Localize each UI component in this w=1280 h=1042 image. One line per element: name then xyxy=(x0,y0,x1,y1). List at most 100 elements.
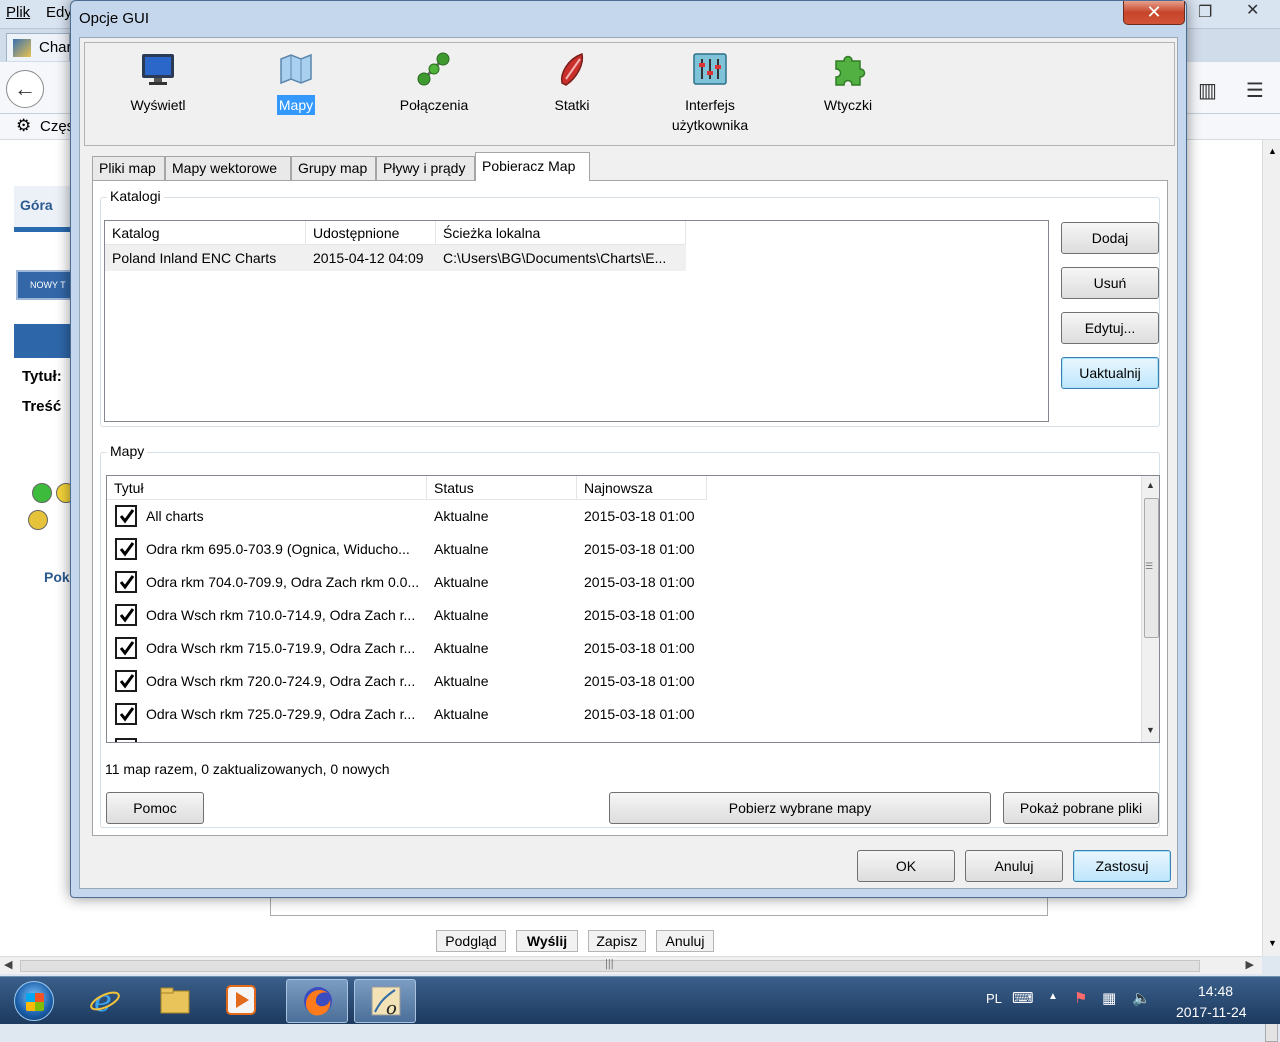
download-selected-button[interactable]: Pobierz wybrane mapy xyxy=(609,792,991,824)
page-horizontal-scrollbar[interactable]: ◀ ||| ▶ xyxy=(0,956,1262,974)
column-header-status[interactable]: Status xyxy=(427,476,577,500)
tab-chart-groups[interactable]: Grupy map xyxy=(291,156,376,181)
charts-list-scrollbar[interactable]: ▲ ☰ ▼ xyxy=(1141,476,1159,742)
taskbar-firefox[interactable] xyxy=(286,979,348,1023)
scroll-up-icon[interactable]: ▲ xyxy=(1268,146,1277,156)
scroll-down-icon[interactable]: ▼ xyxy=(1268,938,1277,948)
add-catalog-button[interactable]: Dodaj xyxy=(1061,222,1159,254)
message-textarea[interactable] xyxy=(270,896,1048,916)
new-topic-button[interactable]: NOWY T xyxy=(16,270,74,300)
tab-chart-downloader[interactable]: Pobieracz Map xyxy=(475,152,590,181)
smiley-icon[interactable] xyxy=(32,483,52,503)
smiley-icon[interactable] xyxy=(28,510,48,530)
media-player-icon xyxy=(226,985,256,1015)
cancel-button[interactable]: Anuluj xyxy=(965,850,1063,882)
row-checkbox[interactable] xyxy=(115,571,137,593)
ok-button[interactable]: OK xyxy=(857,850,955,882)
volume-icon[interactable]: 🔈 xyxy=(1132,989,1151,1007)
table-row[interactable]: Odra rkm 704.0-709.9, Odra Zach rkm 0.0.… xyxy=(107,566,707,599)
tab-vector-charts[interactable]: Mapy wektorowe xyxy=(165,156,291,181)
catalogs-list[interactable]: Katalog Udostępnione Ścieżka lokalna Pol… xyxy=(104,220,1049,422)
taskbar-opencpn[interactable]: o xyxy=(354,979,416,1023)
apply-button[interactable]: Zastosuj xyxy=(1073,850,1171,882)
category-maps[interactable]: Mapy xyxy=(241,51,351,141)
column-header-local-path[interactable]: Ścieżka lokalna xyxy=(436,221,686,245)
row-checkbox[interactable] xyxy=(115,604,137,626)
table-row[interactable]: Odra Wsch rkm 720.0-724.9, Odra Zach r..… xyxy=(107,665,707,698)
column-header-catalog[interactable]: Katalog xyxy=(105,221,306,245)
show-downloaded-button[interactable]: Pokaż pobrane pliki xyxy=(1003,792,1159,824)
browser-tab[interactable]: Char xyxy=(6,33,72,61)
network-icon[interactable]: ▦ xyxy=(1102,989,1116,1007)
reader-view-icon[interactable]: ▥ xyxy=(1198,78,1217,103)
tab-chart-files[interactable]: Pliki map xyxy=(92,156,165,181)
clock-time[interactable]: 14:48 xyxy=(1198,983,1233,999)
row-checkbox[interactable] xyxy=(115,538,137,560)
page-vertical-scrollbar[interactable]: ▲ ▼ xyxy=(1262,140,1280,1042)
cancel-post-button[interactable]: Anuluj xyxy=(656,930,714,952)
taskbar-explorer[interactable] xyxy=(144,979,206,1023)
forum-header-band xyxy=(14,324,74,358)
monitor-icon xyxy=(140,51,176,87)
table-row[interactable]: Odra rkm 695.0-703.9 (Ognica, Widucho...… xyxy=(107,533,707,566)
send-button[interactable]: Wyślij xyxy=(516,930,578,952)
table-row[interactable]: Odra Wsch rkm 715.0-719.9, Odra Zach r..… xyxy=(107,632,707,665)
back-icon[interactable]: ← xyxy=(6,70,44,108)
row-checkbox[interactable] xyxy=(115,703,137,725)
keyboard-icon[interactable]: ⌨ xyxy=(1012,989,1034,1007)
chart-title: Odra Wsch rkm 715.0-719.9, Odra Zach r..… xyxy=(146,640,416,656)
category-connections[interactable]: Połączenia xyxy=(379,51,489,141)
hamburger-menu-icon[interactable]: ☰ xyxy=(1246,78,1264,103)
table-cell-latest: 2015-03-18 01:00 xyxy=(584,640,695,656)
scroll-grip-icon: ||| xyxy=(605,958,614,970)
category-ships[interactable]: Statki xyxy=(517,51,627,141)
scroll-right-icon[interactable]: ▶ xyxy=(1246,958,1254,971)
scroll-left-icon[interactable]: ◀ xyxy=(4,958,12,971)
scroll-up-icon[interactable]: ▲ xyxy=(1146,480,1155,490)
action-center-icon[interactable]: ⚑ xyxy=(1074,989,1087,1007)
restore-icon[interactable]: ❐ xyxy=(1198,2,1212,22)
table-row[interactable]: All charts Aktualne 2015-03-18 01:00 xyxy=(107,500,707,533)
clock-date[interactable]: 2017-11-24 xyxy=(1176,1004,1247,1020)
charts-list[interactable]: Tytuł Status Najnowsza All charts Aktualn… xyxy=(106,475,1160,743)
forum-top-link[interactable]: Góra xyxy=(20,197,53,213)
dialog-close-button[interactable]: ✕ xyxy=(1123,1,1185,25)
category-display[interactable]: Wyświetl xyxy=(103,51,213,141)
remove-catalog-button[interactable]: Usuń xyxy=(1061,267,1159,299)
scroll-down-icon[interactable]: ▼ xyxy=(1146,725,1155,735)
row-checkbox[interactable] xyxy=(115,637,137,659)
column-header-latest[interactable]: Najnowsza xyxy=(577,476,707,500)
help-button[interactable]: Pomoc xyxy=(106,792,204,824)
table-cell-title: Odra rkm 704.0-709.9, Odra Zach rkm 0.0.… xyxy=(115,569,427,595)
tab-favicon-icon xyxy=(13,39,31,57)
column-header-title[interactable]: Tytuł xyxy=(107,476,427,500)
update-catalog-button[interactable]: Uaktualnij xyxy=(1061,357,1159,389)
table-row[interactable] xyxy=(107,731,147,742)
language-indicator[interactable]: PL xyxy=(986,991,1002,1006)
menu-plik[interactable]: Plik xyxy=(6,4,30,21)
column-header-published[interactable]: Udostępnione xyxy=(306,221,436,245)
preview-button[interactable]: Podgląd xyxy=(436,930,506,952)
edit-catalog-button[interactable]: Edytuj... xyxy=(1061,312,1159,344)
save-draft-button[interactable]: Zapisz xyxy=(588,930,646,952)
row-checkbox[interactable] xyxy=(115,670,137,692)
tab-tides-currents[interactable]: Pływy i prądy xyxy=(376,156,475,181)
row-checkbox[interactable] xyxy=(115,505,137,527)
table-row[interactable]: Poland Inland ENC Charts 2015-04-12 04:0… xyxy=(105,245,686,271)
show-hidden-icons-icon[interactable]: ▲ xyxy=(1048,991,1058,1002)
start-button[interactable] xyxy=(4,979,64,1023)
charts-summary: 11 map razem, 0 zaktualizowanych, 0 nowy… xyxy=(105,761,390,777)
table-row[interactable]: Odra Wsch rkm 725.0-729.9, Odra Zach r..… xyxy=(107,698,707,731)
forum-show-more-link[interactable]: Pok xyxy=(44,569,70,585)
menu-edycja[interactable]: Edy xyxy=(46,4,72,21)
table-row[interactable]: Odra Wsch rkm 710.0-714.9, Odra Zach r..… xyxy=(107,599,707,632)
row-checkbox[interactable] xyxy=(115,738,137,742)
charts-group: Mapy Tytuł Status Najnowsza All charts Ak… xyxy=(100,443,1160,828)
taskbar-media-player[interactable] xyxy=(210,979,272,1023)
dialog-title: Opcje GUI xyxy=(79,10,150,27)
category-user-interface[interactable]: Interfejs użytkownika xyxy=(655,51,765,141)
checkmark-icon xyxy=(119,707,135,722)
taskbar-ie[interactable]: e xyxy=(74,979,136,1023)
close-icon[interactable]: ✕ xyxy=(1246,0,1259,20)
category-plugins[interactable]: Wtyczki xyxy=(793,51,903,141)
